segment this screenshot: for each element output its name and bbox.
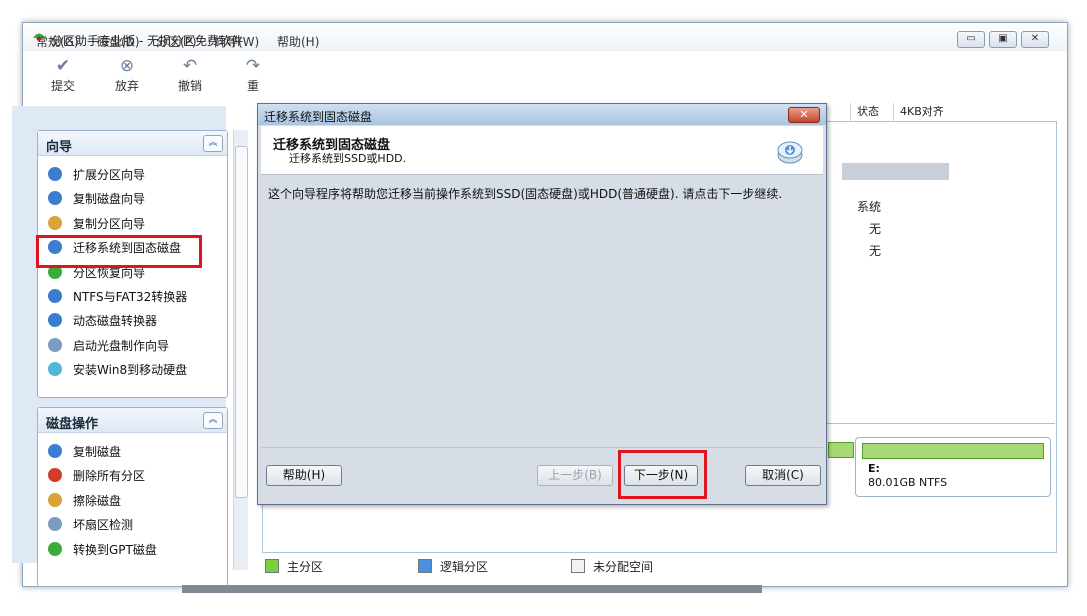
dialog-close-button[interactable]: ✕	[788, 107, 820, 123]
status-value: 无	[869, 244, 882, 258]
wizard-item[interactable]: 扩展分区向导	[48, 164, 145, 186]
discard-icon: ⊗	[119, 56, 135, 76]
column-status: 状态	[850, 103, 895, 121]
partition-size: 80.01GB NTFS	[868, 476, 948, 489]
copy-disk-icon	[48, 191, 62, 206]
status-value: 系统	[857, 200, 882, 214]
boot-cd-icon	[48, 337, 62, 352]
menu-disk[interactable]: 磁盘(D)	[97, 33, 140, 50]
disk-row-band	[842, 163, 949, 180]
bad-sector-icon	[48, 517, 62, 532]
menu-help[interactable]: 帮助(H)	[277, 33, 319, 50]
undo-button[interactable]: ↶ 撤销	[165, 56, 215, 94]
migrate-ssd-icon	[777, 141, 803, 164]
wizard-item[interactable]: 复制磁盘向导	[48, 188, 145, 210]
wizard-item-label: 动态磁盘转换器	[73, 314, 158, 329]
redo-button[interactable]: ↷ 重	[228, 56, 278, 94]
menu-general[interactable]: 常规(G)	[36, 33, 79, 50]
disk-op-item[interactable]: 转换到GPT磁盘	[48, 539, 157, 561]
extend-partition-icon	[48, 167, 62, 181]
dialog-title-bar: 迁移系统到固态磁盘 ✕	[258, 104, 826, 125]
partition-usage-bar	[862, 443, 1044, 459]
maximize-button[interactable]: ▣	[989, 31, 1017, 48]
collapse-wizard-button[interactable]: ︽	[203, 135, 223, 152]
disk-op-item-label: 擦除磁盘	[73, 493, 122, 508]
disk-op-item[interactable]: 复制磁盘	[48, 441, 121, 463]
partition-bar[interactable]	[828, 442, 854, 458]
menu-wizard[interactable]: 向导(W)	[214, 33, 259, 50]
wizard-item-label: NTFS与FAT32转换器	[73, 290, 188, 304]
sidebar-scroll-thumb[interactable]	[235, 146, 248, 498]
disk-ops-panel-title: 磁盘操作	[46, 417, 99, 432]
gpt-convert-icon	[48, 541, 62, 556]
next-highlight-box	[618, 450, 707, 499]
wizard-item-label: 安装Win8到移动硬盘	[73, 363, 188, 378]
disk-ops-panel-header: 磁盘操作 ︽	[38, 408, 227, 433]
primary-swatch	[265, 559, 279, 573]
logical-swatch	[418, 559, 432, 573]
wizard-item[interactable]: 启动光盘制作向导	[48, 335, 169, 357]
legend-primary: 主分区	[265, 558, 323, 575]
disk-op-item[interactable]: 擦除磁盘	[48, 490, 121, 512]
wizard-item-label: 复制磁盘向导	[73, 192, 146, 207]
redo-icon: ↷	[245, 56, 261, 76]
legend-logical: 逻辑分区	[418, 558, 488, 575]
wizard-item[interactable]: 动态磁盘转换器	[48, 310, 157, 332]
wizard-panel-title: 向导	[46, 140, 73, 155]
sidebar-scrollbar[interactable]	[233, 130, 248, 570]
legend-unallocated: 未分配空间	[571, 558, 653, 575]
wizard-item[interactable]: 复制分区向导	[48, 213, 145, 235]
undo-icon: ↶	[182, 56, 198, 76]
partition-card-e[interactable]: E: 80.01GB NTFS	[855, 437, 1051, 497]
highlight-box	[36, 235, 202, 268]
wizard-panel-header: 向导 ︽	[38, 131, 227, 156]
minimize-button[interactable]: ▭	[957, 31, 985, 48]
cancel-button[interactable]: 取消(C)	[745, 465, 821, 486]
menu-partition[interactable]: 分区(P)	[156, 33, 197, 50]
check-icon: ✔	[55, 56, 71, 76]
wizard-item[interactable]: 安装Win8到移动硬盘	[48, 359, 187, 381]
dialog-body-text: 这个向导程序将帮助您迁移当前操作系统到SSD(固态硬盘)或HDD(普通硬盘). …	[268, 187, 783, 201]
partition-letter: E:	[868, 462, 880, 475]
discard-button[interactable]: ⊗ 放弃	[102, 56, 152, 94]
dynamic-disk-icon	[48, 313, 62, 328]
wizard-item-label: 启动光盘制作向导	[73, 338, 170, 353]
commit-button[interactable]: ✔ 提交	[38, 56, 88, 94]
collapse-disk-ops-button[interactable]: ︽	[203, 412, 223, 429]
disk-op-item-label: 复制磁盘	[73, 445, 122, 459]
win8-usb-icon	[48, 362, 62, 377]
close-button[interactable]: ✕	[1021, 31, 1049, 48]
ntfs-fat32-icon	[48, 289, 62, 303]
disk-op-item[interactable]: 坏扇区检测	[48, 514, 133, 536]
copy-partition-icon	[48, 215, 62, 230]
dialog-title: 迁移系统到固态磁盘	[264, 110, 373, 124]
wizard-item-label: 复制分区向导	[73, 216, 146, 231]
wizard-item[interactable]: NTFS与FAT32转换器	[48, 286, 187, 308]
dialog-header: 迁移系统到固态磁盘 迁移系统到SSD或HDD.	[261, 126, 823, 175]
unallocated-swatch	[571, 559, 585, 573]
column-4k-align: 4KB对齐	[893, 103, 950, 121]
taskbar-strip	[182, 585, 762, 593]
disk-op-item-label: 删除所有分区	[73, 469, 146, 484]
status-value: 无	[869, 222, 882, 236]
back-button[interactable]: 上一步(B)	[537, 465, 613, 486]
disk-op-item[interactable]: 删除所有分区	[48, 465, 145, 487]
migrate-dialog: 迁移系统到固态磁盘 ✕ 迁移系统到固态磁盘 迁移系统到SSD或HDD. 这个向导…	[257, 103, 827, 505]
help-button[interactable]: 帮助(H)	[266, 465, 342, 486]
copy-disk-icon	[48, 444, 62, 458]
disk-op-item-label: 转换到GPT磁盘	[73, 542, 157, 557]
dialog-subheading: 迁移系统到SSD或HDD.	[289, 152, 407, 165]
disk-op-item-label: 坏扇区检测	[73, 518, 134, 533]
wizard-item-label: 扩展分区向导	[73, 168, 146, 182]
delete-partitions-icon	[48, 468, 62, 483]
dialog-separator	[261, 447, 823, 448]
wipe-disk-icon	[48, 492, 62, 507]
